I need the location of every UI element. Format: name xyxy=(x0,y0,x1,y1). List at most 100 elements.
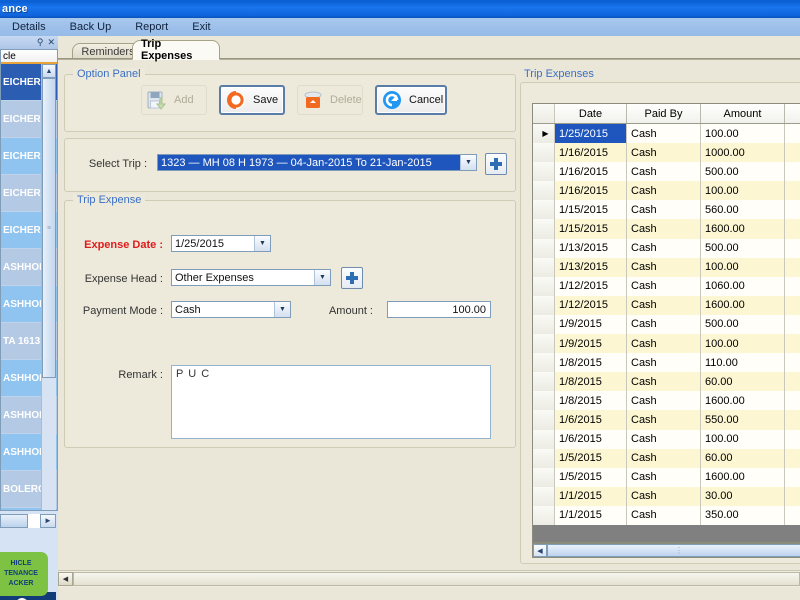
window-title: ance xyxy=(2,3,28,15)
table-row[interactable]: 1/16/2015 Cash 1000.00 xyxy=(533,143,800,163)
vehicle-grid[interactable]: cle EICHER EICHER EICHER EICHER EICHER A… xyxy=(0,49,58,511)
table-row[interactable]: 1/13/2015 Cash 100.00 xyxy=(533,257,800,277)
grid-header-amount[interactable]: Amount xyxy=(701,104,785,123)
row-selector-cell[interactable] xyxy=(533,410,555,430)
cell-extra xyxy=(785,181,800,200)
table-row[interactable]: 1/15/2015 Cash 1600.00 xyxy=(533,219,800,239)
row-selector-cell[interactable] xyxy=(533,314,555,335)
table-row[interactable]: 1/12/2015 Cash 1600.00 xyxy=(533,295,800,315)
menu-item-details[interactable]: Details xyxy=(0,20,58,34)
save-button[interactable]: Save xyxy=(219,85,285,115)
menu-item-backup[interactable]: Back Up xyxy=(58,20,124,34)
close-icon[interactable]: ✕ xyxy=(47,38,55,47)
trip-expenses-grid[interactable]: Date Paid By Amount ▶ 1/25/2015 Cash 100… xyxy=(532,103,800,543)
row-selector-cell[interactable] xyxy=(533,505,555,525)
menu-item-report[interactable]: Report xyxy=(123,20,180,34)
table-row[interactable]: 1/6/2015 Cash 550.00 xyxy=(533,410,800,430)
scroll-right-arrow-icon[interactable]: ► xyxy=(40,513,56,528)
chevron-down-icon[interactable]: ▼ xyxy=(254,236,270,251)
table-row[interactable]: 1/5/2015 Cash 60.00 xyxy=(533,448,800,468)
scroll-left-arrow-icon[interactable]: ◀ xyxy=(533,544,547,557)
cell-amount: 100.00 xyxy=(701,124,785,144)
cell-amount: 30.00 xyxy=(701,486,785,506)
cell-date: 1/15/2015 xyxy=(555,219,627,239)
grid-horizontal-scrollbar[interactable]: ◀ ⋮ xyxy=(532,543,800,558)
grid-header-extra[interactable] xyxy=(785,104,800,123)
cancel-button[interactable]: Cancel xyxy=(375,85,447,115)
expense-head-value: Other Expenses xyxy=(175,271,254,284)
table-row[interactable]: 1/8/2015 Cash 110.00 xyxy=(533,353,800,373)
chevron-down-icon[interactable]: ▼ xyxy=(314,270,330,285)
cell-amount: 560.00 xyxy=(701,200,785,220)
row-selector-cell[interactable] xyxy=(533,238,555,258)
cell-paid-by: Cash xyxy=(627,467,701,487)
tab-strip: Reminders Trip Expenses xyxy=(58,38,800,62)
expense-head-combo[interactable]: Other Expenses ▼ xyxy=(171,269,331,286)
table-row[interactable]: 1/16/2015 Cash 500.00 xyxy=(533,162,800,182)
row-selector-cell[interactable] xyxy=(533,276,555,296)
scrollbar-thumb[interactable] xyxy=(0,513,28,528)
amount-input[interactable]: 100.00 xyxy=(387,301,491,318)
expense-head-label: Expense Head : xyxy=(84,273,163,285)
table-row[interactable]: 1/16/2015 Cash 100.00 xyxy=(533,181,800,201)
row-selector-cell[interactable] xyxy=(533,391,555,411)
row-selector-cell[interactable] xyxy=(533,200,555,220)
row-selector-cell[interactable]: ▶ xyxy=(533,124,555,144)
cell-amount: 60.00 xyxy=(701,448,785,468)
table-row[interactable]: 1/5/2015 Cash 1600.00 xyxy=(533,467,800,487)
chevron-down-icon[interactable]: ▼ xyxy=(460,155,476,170)
menu-item-exit[interactable]: Exit xyxy=(180,20,222,34)
table-row[interactable]: 1/15/2015 Cash 560.00 xyxy=(533,200,800,220)
row-selector-cell[interactable] xyxy=(533,162,555,182)
row-selector-cell[interactable] xyxy=(533,219,555,239)
scrollbar-thumb[interactable]: ≡ xyxy=(42,78,56,378)
row-selector-cell[interactable] xyxy=(533,372,555,392)
vehicle-grid-horizontal-scrollbar[interactable]: ► xyxy=(0,513,58,528)
table-row[interactable]: 1/9/2015 Cash 500.00 xyxy=(533,314,800,335)
select-trip-combo[interactable]: 1323 — MH 08 H 1973 — 04-Jan-2015 To 21-… xyxy=(157,154,477,171)
scrollbar-track[interactable] xyxy=(28,513,40,528)
grid-header-date[interactable]: Date xyxy=(555,104,627,123)
row-selector-cell[interactable] xyxy=(533,486,555,506)
payment-mode-label: Payment Mode : xyxy=(82,305,163,317)
row-selector-cell[interactable] xyxy=(533,429,555,449)
payment-mode-combo[interactable]: Cash ▼ xyxy=(171,301,291,318)
cell-date: 1/16/2015 xyxy=(555,162,627,182)
row-selector-cell[interactable] xyxy=(533,143,555,163)
vehicle-grid-vertical-scrollbar[interactable]: ▲ ≡ ▼ xyxy=(41,64,56,510)
row-selector-cell[interactable] xyxy=(533,334,555,354)
cancel-button-label: Cancel xyxy=(409,94,444,106)
scroll-up-arrow-icon[interactable]: ▲ xyxy=(42,64,56,78)
table-row[interactable]: 1/8/2015 Cash 1600.00 xyxy=(533,391,800,411)
table-row[interactable]: 1/1/2015 Cash 350.00 xyxy=(533,505,800,525)
scroll-left-arrow-icon[interactable]: ◀ xyxy=(58,572,73,586)
add-button[interactable]: Add xyxy=(141,85,207,115)
row-selector-cell[interactable] xyxy=(533,257,555,277)
table-row[interactable]: 1/12/2015 Cash 1060.00 xyxy=(533,276,800,296)
row-selector-cell[interactable] xyxy=(533,467,555,487)
grid-header-paid-by[interactable]: Paid By xyxy=(627,104,701,123)
tab-trip-expenses[interactable]: Trip Expenses xyxy=(132,38,220,62)
pin-icon[interactable]: ⚲ xyxy=(37,38,44,47)
remark-textarea[interactable]: P U C xyxy=(171,365,491,439)
table-row[interactable]: 1/9/2015 Cash 100.00 xyxy=(533,334,800,354)
table-row[interactable]: 1/6/2015 Cash 100.00 xyxy=(533,429,800,449)
expense-date-combo[interactable]: 1/25/2015 ▼ xyxy=(171,235,271,252)
table-row[interactable]: 1/1/2015 Cash 30.00 xyxy=(533,486,800,506)
table-row[interactable]: ▶ 1/25/2015 Cash 100.00 xyxy=(533,124,800,144)
cell-extra xyxy=(785,430,800,449)
delete-button[interactable]: Delete xyxy=(297,85,363,115)
form-horizontal-scrollbar[interactable]: ◀ xyxy=(58,570,800,587)
table-row[interactable]: 1/13/2015 Cash 500.00 xyxy=(533,238,800,258)
row-selector-cell[interactable] xyxy=(533,181,555,201)
add-expense-head-button[interactable] xyxy=(341,267,363,289)
table-row[interactable]: 1/8/2015 Cash 60.00 xyxy=(533,372,800,392)
row-selector-cell[interactable] xyxy=(533,448,555,468)
row-selector-cell[interactable] xyxy=(533,295,555,315)
cell-amount: 1600.00 xyxy=(701,467,785,487)
row-selector-cell[interactable] xyxy=(533,353,555,373)
scrollbar-thumb[interactable]: ⋮ xyxy=(547,544,800,557)
add-trip-button[interactable] xyxy=(485,153,507,175)
chevron-down-icon[interactable]: ▼ xyxy=(274,302,290,317)
scrollbar-thumb[interactable] xyxy=(73,572,800,586)
